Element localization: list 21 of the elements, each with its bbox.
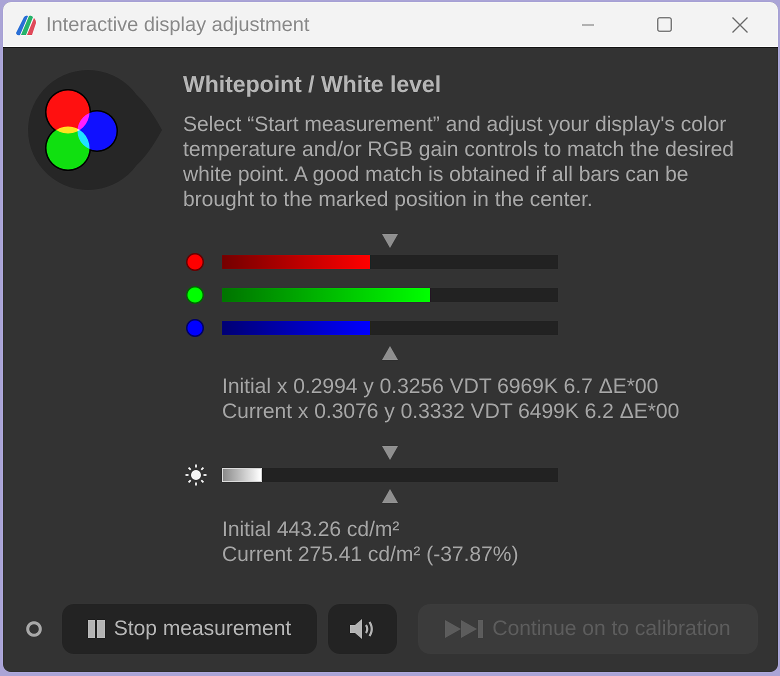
app-logo-icon: [14, 12, 38, 36]
instructions-text: Select “Start measurement” and adjust your display's color temperature and/or RGB gain controls to match the desired white point. A good match is obtained if all bars can be brought to the marked position in the center.: [183, 112, 735, 212]
window-title: Interactive display adjustment: [46, 12, 310, 38]
triangle-marker-icon: [382, 346, 398, 360]
luminance-reading: Initial 443.26 cd/m²: [222, 517, 400, 542]
maximize-icon: [656, 17, 672, 32]
section-heading: Whitepoint / White level: [183, 70, 442, 99]
triangle-marker-icon: [382, 446, 398, 460]
chromaticity-reading: Current x 0.3076 y 0.3332 VDT 6499K 6.2 ΔE*00: [222, 399, 680, 424]
minimize-icon: [582, 24, 594, 26]
skip-forward-icon: [445, 620, 484, 638]
sound-button[interactable]: [328, 604, 397, 654]
stop-measurement-button[interactable]: Stop measurement: [62, 604, 317, 654]
pause-icon: [88, 620, 105, 638]
luminance-reading: Current 275.41 cd/m² (-37.87%): [222, 542, 518, 567]
triangle-marker-icon: [382, 234, 398, 248]
triangle-marker-icon: [382, 489, 398, 503]
status-ring-icon: [26, 621, 42, 637]
close-icon: [732, 16, 748, 32]
sun-icon: [185, 464, 207, 486]
chromaticity-reading: Initial x 0.2994 y 0.3256 VDT 6969K 6.7 ΔE*00: [222, 374, 658, 399]
